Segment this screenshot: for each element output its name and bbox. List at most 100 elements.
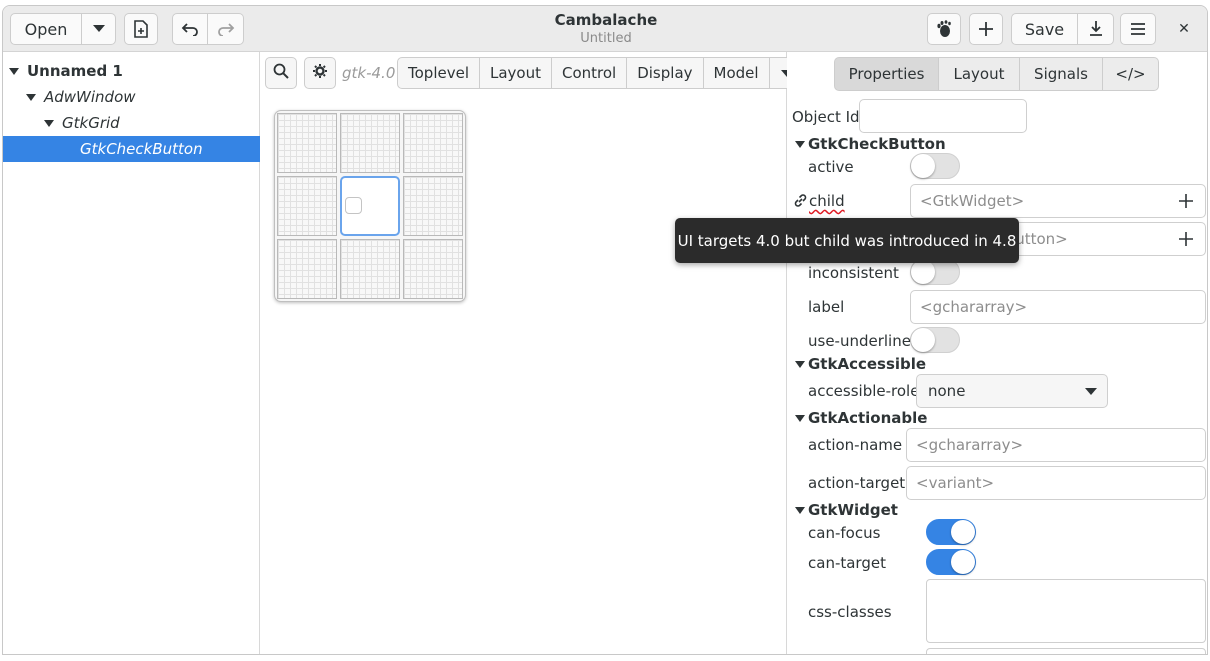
new-project-button[interactable] [124,13,158,45]
expander-down-icon[interactable] [795,414,805,422]
switch-knob [911,154,935,178]
accessible-role-dropdown[interactable]: none [916,374,1108,408]
settings-gear-icon [312,63,328,83]
add-object-button[interactable] [969,13,1003,45]
undo-button[interactable] [172,13,208,45]
chevron-down-icon [92,25,105,33]
category-display[interactable]: Display [627,57,704,89]
tree-item-label: Unnamed 1 [27,62,123,80]
widget-category-bar: Toplevel Layout Control Display Model [397,57,806,89]
grid-cell[interactable] [403,113,463,173]
section-gtkactionable[interactable]: GtkActionable [795,409,927,427]
open-recent-button[interactable] [82,13,116,45]
section-title: GtkAccessible [808,355,927,373]
version-warning-tooltip: UI targets 4.0 but child was introduced … [675,218,1019,263]
tree-item-project[interactable]: Unnamed 1 [3,58,260,84]
section-title: GtkWidget [808,501,898,519]
can-focus-label: can-focus [808,524,881,542]
switch-knob [951,520,975,544]
tree-item-grid[interactable]: GtkGrid [3,110,260,136]
grid-cell[interactable] [340,113,400,173]
section-gtkwidget[interactable]: GtkWidget [795,501,898,519]
tree-item-label: AdwWindow [44,88,136,106]
tooltip-text: UI targets 4.0 but child was introduced … [677,231,1017,250]
category-layout[interactable]: Layout [479,57,552,89]
window-preview[interactable] [274,110,466,302]
main-menu-button[interactable] [1120,13,1156,45]
expander-down-icon[interactable] [44,119,54,127]
section-gtkcheckbutton[interactable]: GtkCheckButton [795,135,946,153]
active-switch[interactable] [910,153,960,179]
expander-down-icon[interactable] [795,360,805,368]
category-control[interactable]: Control [551,57,628,89]
title-block: Cambalache Untitled [453,10,759,48]
close-icon: ✕ [1178,21,1190,37]
child-placeholder: <GtkWidget> [920,192,1025,210]
grid-cell[interactable] [277,113,337,173]
new-file-icon [133,20,149,38]
can-target-label: can-target [808,554,886,572]
next-property-input[interactable] [926,648,1206,654]
action-target-input[interactable]: <variant> [906,466,1206,500]
category-label: Control [561,64,617,82]
grid-cell-selected[interactable] [340,176,400,236]
use-underline-switch[interactable] [910,327,960,353]
section-gtkaccessible[interactable]: GtkAccessible [795,355,926,373]
css-classes-textarea[interactable] [926,579,1206,643]
expander-down-icon[interactable] [9,67,19,75]
gtk-version-label: gtk-4.0 [342,64,396,82]
add-icon[interactable] [1175,227,1197,251]
grid-cell[interactable] [403,239,463,299]
export-button[interactable] [1078,13,1114,45]
child-input[interactable]: <GtkWidget> [910,184,1206,218]
inconsistent-label: inconsistent [808,264,899,282]
accessible-role-label: accessible-role [808,382,920,400]
gnome-foot-icon [935,20,953,38]
add-icon[interactable] [1175,189,1197,213]
link-icon [793,193,808,212]
app-window: Open Cambalache Untitled Save ✕ Unnamed … [2,5,1208,655]
save-button[interactable]: Save [1011,13,1078,45]
action-name-input[interactable]: <gchararray> [906,428,1206,462]
preview-check-button[interactable] [345,197,362,214]
tab-signals[interactable]: Signals [1020,57,1103,91]
expander-down-icon[interactable] [26,93,36,101]
tab-source[interactable]: </> [1103,57,1159,91]
tree-item-label: GtkGrid [62,114,120,132]
category-toplevel[interactable]: Toplevel [397,57,480,89]
editor-tabs: Properties Layout Signals </> [834,57,1159,91]
redo-icon [217,22,235,36]
category-label: Layout [489,64,541,82]
workspace-settings-button[interactable] [304,57,336,89]
grid-cell[interactable] [277,176,337,236]
open-button[interactable]: Open [10,13,82,45]
search-button[interactable] [265,57,297,89]
grid-cell[interactable] [277,239,337,299]
redo-button[interactable] [208,13,244,45]
menu-icon [1130,22,1146,36]
grid-cell[interactable] [403,176,463,236]
tab-label: Signals [1034,65,1088,83]
section-title: GtkActionable [808,409,928,427]
category-model[interactable]: Model [703,57,770,89]
label-label: label [808,298,845,316]
tab-layout[interactable]: Layout [939,57,1020,91]
grid-cell[interactable] [340,239,400,299]
label-placeholder: <gchararray> [920,298,1028,316]
tab-label: </> [1115,65,1146,83]
object-id-input[interactable] [859,99,1027,133]
label-input[interactable]: <gchararray> [910,290,1206,324]
tab-properties[interactable]: Properties [834,57,939,91]
expander-down-icon[interactable] [795,506,805,514]
tree-item-check-button[interactable]: GtkCheckButton [3,136,260,162]
tree-item-window[interactable]: AdwWindow [3,84,260,110]
section-title: GtkCheckButton [808,135,946,153]
accessible-role-value: none [928,382,966,400]
close-window-button[interactable]: ✕ [1168,13,1200,45]
expander-down-icon[interactable] [795,140,805,148]
save-button-label: Save [1024,19,1065,39]
gnome-button[interactable] [927,13,961,45]
can-target-switch[interactable] [926,549,976,575]
can-focus-switch[interactable] [926,519,976,545]
action-name-label: action-name [808,436,903,454]
